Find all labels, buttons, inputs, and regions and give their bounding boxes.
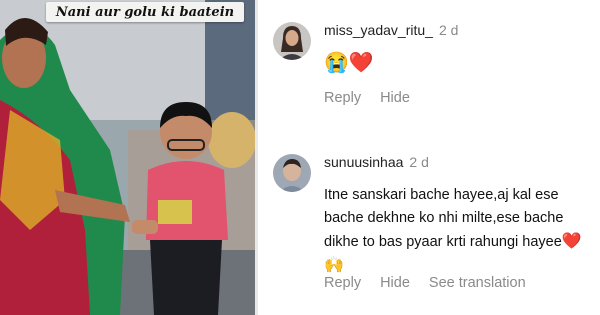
reply-button[interactable]: Reply — [324, 90, 361, 106]
see-translation-button[interactable]: See translation — [429, 275, 526, 291]
comment-body: 😭❤️ — [324, 52, 596, 77]
avatar-image — [273, 22, 311, 60]
avatar-image — [273, 154, 311, 192]
photo-illustration — [0, 0, 255, 315]
post-photo: Nani aur golu ki baatein — [0, 0, 255, 315]
photo-caption: Nani aur golu ki baatein — [46, 2, 244, 22]
hide-button[interactable]: Hide — [380, 90, 410, 106]
comment-text: Itne sanskari bache hayee,aj kal ese bac… — [324, 187, 564, 250]
comment-time: 2 d — [438, 22, 459, 38]
comment-item: sunuusinhaa 2 d Itne sanskari bache hayee… — [258, 130, 600, 315]
comment-emojis: 😭❤️ — [324, 52, 374, 74]
comment-meta: sunuusinhaa 2 d — [324, 154, 429, 170]
comment-actions: Reply Hide See translation — [324, 275, 545, 291]
comment-username[interactable]: miss_yadav_ritu_ — [324, 22, 433, 38]
hide-button[interactable]: Hide — [380, 275, 410, 291]
comment-actions: Reply Hide — [324, 90, 429, 106]
comment-meta: miss_yadav_ritu_ 2 d — [324, 22, 458, 38]
comment-time: 2 d — [409, 154, 429, 170]
comments-panel: miss_yadav_ritu_ 2 d 😭❤️ Reply Hide sunuus… — [258, 0, 600, 315]
reply-button[interactable]: Reply — [324, 275, 361, 291]
comment-item: miss_yadav_ritu_ 2 d 😭❤️ Reply Hide — [258, 0, 600, 130]
comment-body: Itne sanskari bache hayee,aj kal ese bac… — [324, 184, 596, 278]
avatar[interactable] — [273, 22, 311, 60]
comment-username[interactable]: sunuusinhaa — [324, 154, 403, 170]
avatar[interactable] — [273, 154, 311, 192]
